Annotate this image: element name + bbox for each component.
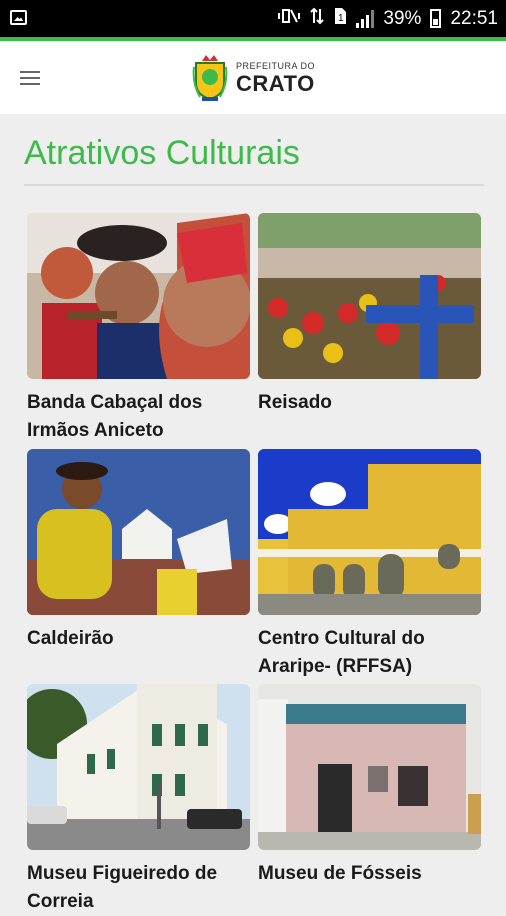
reisado-photo <box>258 213 481 379</box>
attraction-label: Banda Cabaçal dos Irmãos Aniceto <box>27 392 203 441</box>
battery-percent: 39% <box>383 7 422 29</box>
logo-top-text: PREFEITURA DO <box>236 60 316 71</box>
attraction-card-banda-cabacal[interactable]: Banda Cabaçal dos Irmãos Aniceto <box>27 213 250 445</box>
banda-cabacal-photo <box>27 213 250 379</box>
attraction-label: Reisado <box>258 392 332 413</box>
hamburger-menu-icon[interactable] <box>20 71 40 85</box>
attraction-card-reisado[interactable]: Reisado <box>258 213 481 417</box>
sim-1-icon: 1 <box>333 7 347 31</box>
mute-vibrate-icon <box>277 7 301 31</box>
caldeirao-photo <box>27 449 250 615</box>
attraction-label: Museu de Fósseis <box>258 863 422 884</box>
attraction-card-centro-cultural[interactable]: Centro Cultural do Araripe- (RFFSA) <box>258 449 481 681</box>
coat-of-arms-icon <box>192 53 228 103</box>
prefeitura-crato-logo: PREFEITURA DO CRATO <box>192 51 315 105</box>
museu-figueiredo-photo <box>27 684 250 850</box>
attraction-label: Museu Figueiredo de Correia <box>27 863 218 912</box>
battery-icon <box>430 9 442 28</box>
attraction-card-caldeirao[interactable]: Caldeirão <box>27 449 250 653</box>
app-bar: PREFEITURA DO CRATO <box>0 41 506 114</box>
main-content: Atrativos Culturais Banda Cabaçal dos Ir… <box>0 114 506 912</box>
data-transfer-icon <box>310 7 325 31</box>
gallery-notification-icon <box>10 10 27 25</box>
signal-icon <box>356 9 375 28</box>
centro-cultural-photo <box>258 449 481 615</box>
svg-text:1: 1 <box>338 13 344 24</box>
page-title: Atrativos Culturais <box>24 134 300 172</box>
attraction-label: Caldeirão <box>27 628 114 649</box>
attraction-card-museu-fosseis[interactable]: Museu de Fósseis <box>258 684 481 888</box>
attraction-label: Centro Cultural do Araripe- (RFFSA) <box>258 628 425 677</box>
attraction-card-museu-figueiredo[interactable]: Museu Figueiredo de Correia <box>27 684 250 916</box>
status-bar: 1 39% 22:51 <box>0 0 506 37</box>
title-divider <box>24 184 484 186</box>
museu-fosseis-photo <box>258 684 481 850</box>
logo-main-text: CRATO <box>236 70 315 96</box>
clock: 22:51 <box>450 7 498 29</box>
